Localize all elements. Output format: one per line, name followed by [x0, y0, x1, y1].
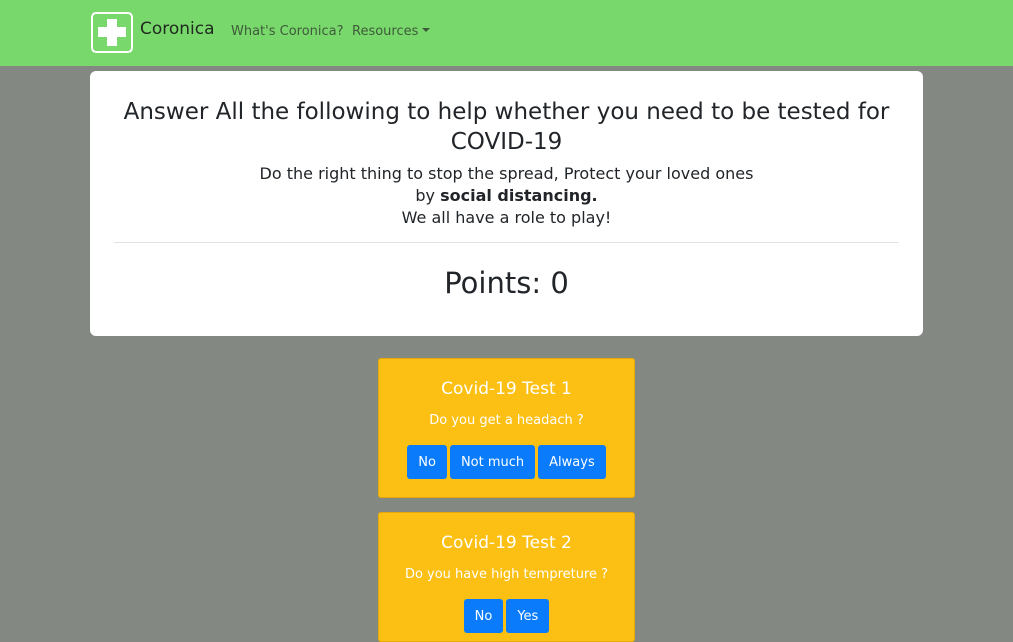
- navbar: Coronica What's Coronica? Resources: [0, 0, 1013, 66]
- answer-buttons: No Not much Always: [379, 445, 634, 479]
- test-title: Covid-19 Test 2: [441, 533, 572, 553]
- answer-always-button[interactable]: Always: [538, 445, 606, 479]
- answer-yes-button[interactable]: Yes: [506, 599, 550, 633]
- intro-line-2-prefix: by: [415, 186, 441, 205]
- intro-message: Do the right thing to stop the spread, P…: [120, 163, 893, 229]
- test-card-1: Covid-19 Test 1 Do you get a headach ? N…: [378, 358, 635, 498]
- intro-line-2-emphasis: social distancing.: [440, 186, 598, 205]
- answer-no-button[interactable]: No: [463, 599, 504, 633]
- intro-line-3: We all have a role to play!: [401, 208, 612, 227]
- intro-line-2: by social distancing.: [120, 185, 893, 207]
- medical-cross-icon[interactable]: [91, 12, 133, 53]
- test-question: Do you have high tempreture ?: [404, 567, 609, 582]
- nav-resources-label: Resources: [352, 24, 419, 39]
- intro-line-1: Do the right thing to stop the spread, P…: [259, 164, 754, 183]
- test-card-2: Covid-19 Test 2 Do you have high tempret…: [378, 512, 635, 642]
- brand-name[interactable]: Coronica: [140, 19, 215, 39]
- caret-down-icon: [422, 28, 431, 32]
- intro-card: Answer All the following to help whether…: [90, 71, 923, 336]
- answer-not-much-button[interactable]: Not much: [449, 445, 536, 479]
- nav-dropdown-resources[interactable]: Resources: [352, 24, 431, 39]
- answer-no-button[interactable]: No: [407, 445, 447, 479]
- nav-link-whats-coronica[interactable]: What's Coronica?: [231, 24, 344, 39]
- points-counter: Points: 0: [444, 266, 569, 300]
- test-title: Covid-19 Test 1: [441, 379, 572, 399]
- test-question: Do you get a headach ?: [429, 413, 584, 428]
- divider: [114, 242, 899, 243]
- answer-buttons: No Yes: [379, 599, 634, 633]
- page-title: Answer All the following to help whether…: [123, 99, 890, 155]
